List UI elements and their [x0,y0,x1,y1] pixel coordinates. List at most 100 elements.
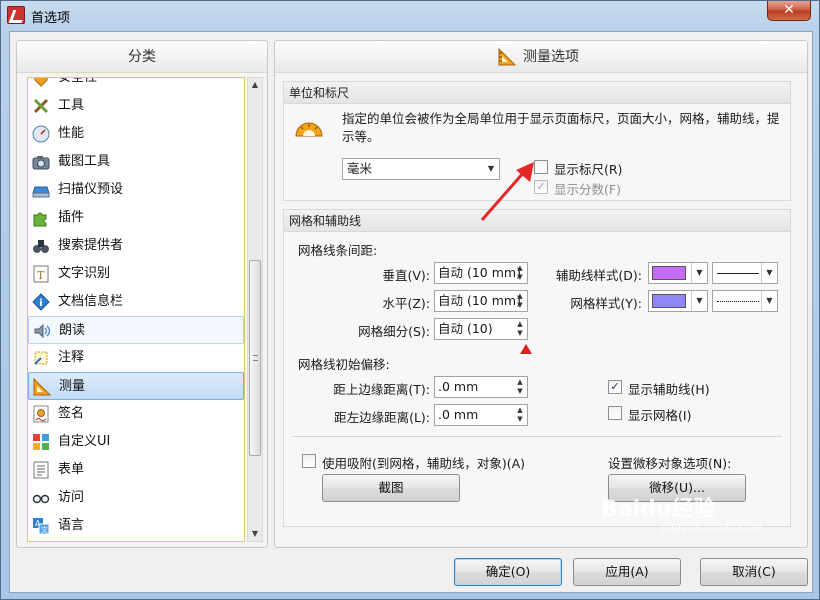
apply-button[interactable]: 应用(A) [573,558,681,586]
guide-line-style-select[interactable]: ▼ [712,262,778,284]
category-item[interactable]: A 文语言 [28,512,244,540]
ocr-icon: T [32,265,50,283]
spinner-arrows-icon[interactable]: ▲ ▼ [513,263,527,283]
category-item-label: 文字识别 [58,266,111,281]
unit-select-value: 毫米 [347,161,373,176]
grid-line-style-select[interactable]: ▼ [712,290,778,312]
spinner-arrows-icon[interactable]: ▲ ▼ [513,405,527,425]
ruler-icon [498,47,517,66]
category-item[interactable]: 朗读 [28,316,244,344]
category-header: 分类 [17,41,267,73]
preferences-window: 首选项 ✕ 分类 安全性工具性能 截图工具 扫描仪预设插件搜索提供者 T 文字识别 i 文档… [0,0,820,600]
category-item-label: 工具 [58,98,85,113]
horizontal-value: 自动 (10 mm) [438,293,521,308]
snap-checkbox[interactable] [302,454,316,468]
category-scrollbar[interactable]: ▲ ▼ [247,77,263,542]
category-item-label: 表单 [58,462,85,477]
category-item-label: 测量 [59,379,86,394]
category-item-label: 签名 [58,406,85,421]
category-item[interactable]: 表单 [28,456,244,484]
scroll-up-arrow-icon[interactable]: ▲ [248,78,262,92]
horizontal-label: 水平(Z): [382,296,430,311]
category-item[interactable]: 插件 [28,204,244,232]
category-item[interactable]: 扫描仪预设 [28,176,244,204]
spacing-label: 网格线条间距: [298,243,378,258]
cancel-button[interactable]: 取消(C) [700,558,808,586]
left-offset-spinner[interactable]: .0 mm ▲ ▼ [434,404,528,426]
grid-color-select[interactable]: ▼ [648,290,708,312]
category-item[interactable]: 截图工具 [28,148,244,176]
category-panel: 分类 安全性工具性能 截图工具 扫描仪预设插件搜索提供者 T 文字识别 i 文档信息栏朗读注… [16,40,268,548]
category-item[interactable]: i 文档信息栏 [28,288,244,316]
screenshot-button[interactable]: 截图 [322,474,460,502]
svg-text:i: i [39,298,42,309]
puzzle-icon [32,209,50,227]
left-offset-label: 距左边缘距离(L): [334,410,430,425]
scroll-thumb[interactable] [249,260,261,456]
guide-color-swatch [652,266,686,280]
scroll-down-arrow-icon[interactable]: ▼ [248,527,262,541]
category-item-label: 访问 [58,490,85,505]
show-grid-checkbox[interactable] [608,406,622,420]
unit-select[interactable]: 毫米 ▼ [342,158,500,180]
category-item[interactable]: 搜索提供者 [28,232,244,260]
ruler-icon [33,377,52,396]
grid-color-swatch [652,294,686,308]
window-title: 首选项 [31,11,71,26]
category-item-label: 注释 [58,350,85,365]
units-description: 指定的单位会被作为全局单位用于显示页面标尺，页面大小，网格，辅助线，提示等。 [342,111,780,144]
subdivision-spinner[interactable]: 自动 (10) ▲ ▼ [434,318,528,340]
horizontal-spinner[interactable]: 自动 (10 mm) ▲ ▼ [434,290,528,312]
dotted-line-icon [717,301,759,302]
spinner-arrows-icon[interactable]: ▲ ▼ [513,319,527,339]
chevron-down-icon: ▼ [761,291,777,311]
grid-style-label: 网格样式(Y): [570,296,642,311]
title-bar[interactable]: 首选项 ✕ [1,1,819,29]
show-guides-checkbox[interactable]: ✓ [608,380,622,394]
top-offset-spinner[interactable]: .0 mm ▲ ▼ [434,376,528,398]
category-item[interactable]: 工具 [28,92,244,120]
category-item-label: 自定义UI [58,434,111,449]
category-item[interactable]: 安全性 [28,78,244,92]
category-item-label: 语言 [58,518,85,533]
close-button[interactable]: ✕ [767,1,811,21]
ok-button[interactable]: 确定(O) [454,558,562,586]
shield-icon [32,78,50,87]
category-item[interactable]: 注释 [28,344,244,372]
category-item-label: 插件 [58,210,85,225]
show-ruler-label[interactable]: 显示标尺(R) [554,159,622,178]
watermark-brand: Baidu经验 [601,497,716,522]
binoculars-icon [32,237,50,255]
watermark-url: jingyan.baidu.com [661,521,763,534]
category-item[interactable]: 签名 [28,400,244,428]
glasses-icon [32,489,50,507]
baidu-watermark: Baidu经验 jingyan.baidu.com [601,491,763,534]
category-item[interactable]: 访问 [28,484,244,512]
subdivision-label: 网格细分(S): [358,324,430,339]
subdivision-value: 自动 (10) [438,321,493,336]
vertical-label: 垂直(V): [382,268,430,283]
red-annotation-arrow-icon [480,162,534,221]
vertical-spinner[interactable]: 自动 (10 mm) ▲ ▼ [434,262,528,284]
nudge-settings-label: 设置微移对象选项(N): [608,456,732,471]
guide-color-select[interactable]: ▼ [648,262,708,284]
category-item[interactable]: 测量 [28,372,244,400]
spinner-arrows-icon[interactable]: ▲ ▼ [513,377,527,397]
show-guides-label[interactable]: 显示辅助线(H) [628,379,710,398]
show-grid-label[interactable]: 显示网格(I) [628,405,691,424]
solid-line-icon [717,273,759,274]
category-item[interactable]: T 文字识别 [28,260,244,288]
options-header: 测量选项 [275,41,807,73]
category-item[interactable]: 性能 [28,120,244,148]
protractor-icon [295,122,323,137]
customize-ui-icon [32,433,50,451]
guide-style-label: 辅助线样式(D): [555,268,642,283]
spinner-arrows-icon[interactable]: ▲ ▼ [513,291,527,311]
left-offset-value: .0 mm [438,407,479,422]
category-item-label: 文档信息栏 [58,294,124,309]
category-list[interactable]: 安全性工具性能 截图工具 扫描仪预设插件搜索提供者 T 文字识别 i 文档信息栏朗读注释测量… [27,77,245,542]
show-fraction-label[interactable]: 显示分数(F) [554,179,621,198]
category-item[interactable]: 自定义UI [28,428,244,456]
snap-label[interactable]: 使用吸附(到网格，辅助线，对象)(A) [322,453,525,472]
top-offset-value: .0 mm [438,379,479,394]
